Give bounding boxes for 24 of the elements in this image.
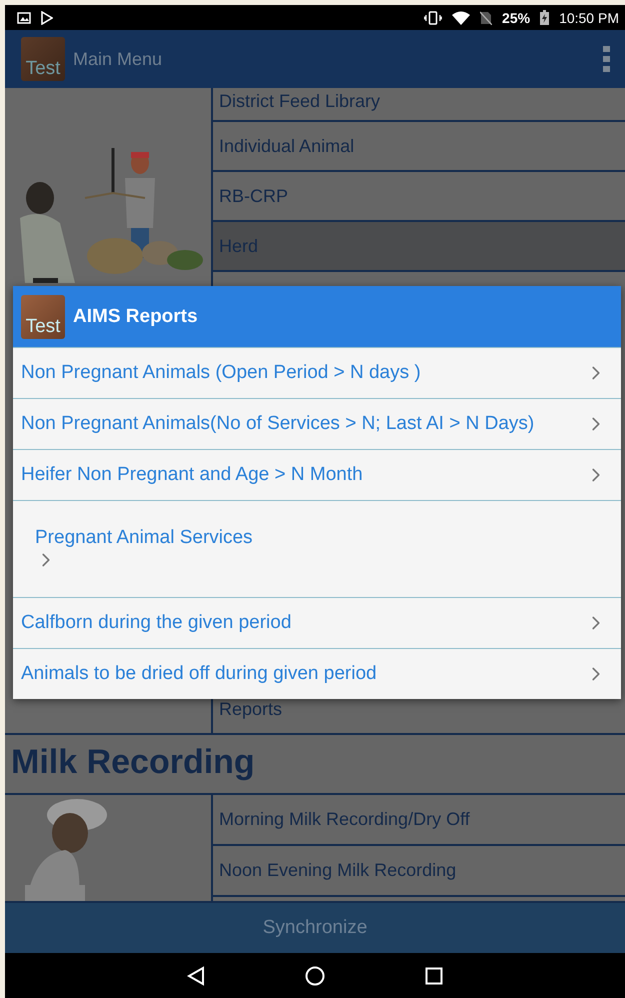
report-option[interactable]: Calfborn during the given period [13, 597, 621, 648]
synchronize-button[interactable]: Synchronize [5, 903, 625, 953]
report-option[interactable]: Non Pregnant Animals (Open Period > N days ) [13, 347, 621, 398]
wifi-icon [452, 10, 470, 24]
battery-percent: 25% [502, 10, 530, 26]
play-store-icon [41, 10, 53, 24]
menu-item[interactable]: Herd [213, 222, 625, 272]
app-logo: Test [21, 37, 65, 81]
battery-charging-icon [540, 10, 550, 25]
back-icon[interactable] [187, 966, 205, 986]
recents-icon[interactable] [425, 966, 443, 984]
app-title: Main Menu [73, 48, 162, 70]
report-option[interactable]: Heifer Non Pregnant and Age > N Month [13, 449, 621, 500]
dialog-title: AIMS Reports [73, 306, 198, 328]
image-icon [17, 12, 31, 24]
no-sim-icon [480, 10, 492, 24]
report-option[interactable]: Animals to be dried off during given period [13, 648, 621, 699]
clock-time: 10:50 PM [559, 10, 619, 26]
overflow-menu-icon[interactable] [603, 46, 611, 72]
report-option[interactable]: Pregnant Animal Services [13, 500, 621, 597]
vibrate-icon [424, 10, 442, 24]
home-icon[interactable] [305, 966, 325, 986]
report-option[interactable]: Non Pregnant Animals(No of Services > N; Last AI > N Days) [13, 398, 621, 449]
app-logo: Test [21, 294, 65, 338]
